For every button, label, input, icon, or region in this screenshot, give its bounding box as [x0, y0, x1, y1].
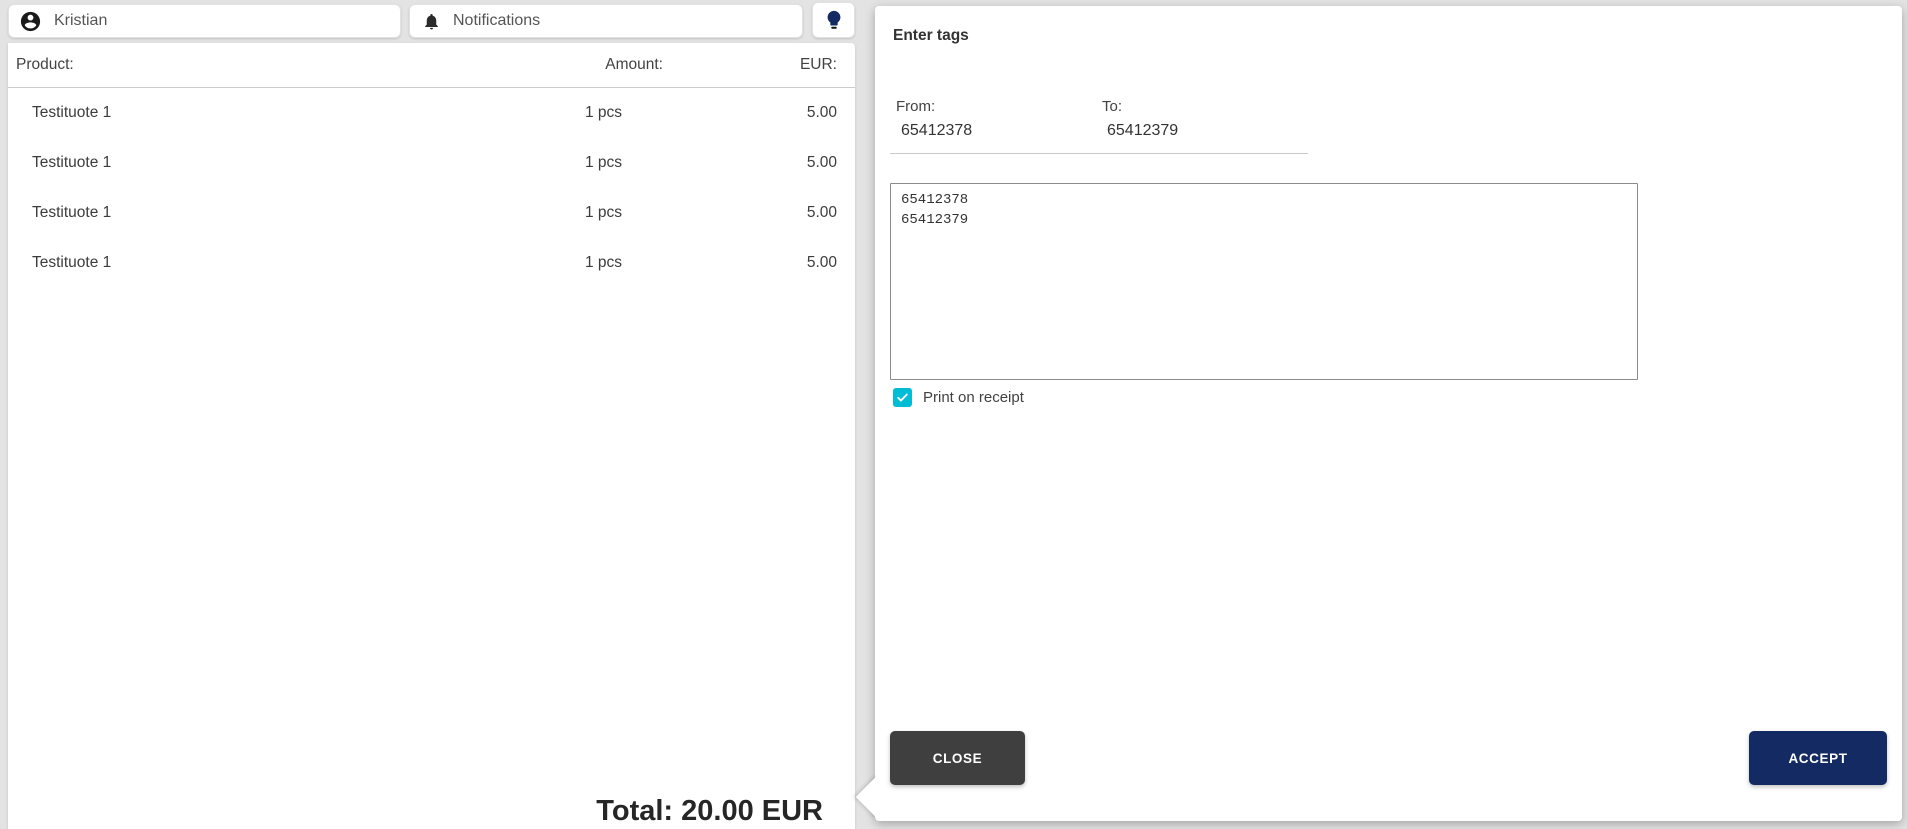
- receipt-header-row: Product: Amount: EUR:: [8, 43, 855, 88]
- cell-product: Testituote 1: [8, 204, 543, 222]
- cell-eur: 5.00: [663, 254, 855, 272]
- cell-amount: 1 pcs: [543, 254, 663, 272]
- from-field-group: From:: [896, 98, 1096, 140]
- dialog-title: Enter tags: [893, 27, 969, 45]
- header-amount: Amount:: [543, 56, 663, 74]
- enter-tags-dialog: Enter tags From: To: 65412378 65412379 P…: [875, 6, 1902, 821]
- to-label: To:: [1102, 98, 1302, 115]
- cell-eur: 5.00: [663, 204, 855, 222]
- bell-icon: [422, 12, 441, 31]
- tags-textarea[interactable]: 65412378 65412379: [890, 183, 1638, 380]
- cell-amount: 1 pcs: [543, 154, 663, 172]
- fields-underline: [890, 153, 1308, 154]
- table-row[interactable]: Testituote 11 pcs5.00: [8, 88, 855, 138]
- print-on-receipt-option[interactable]: Print on receipt: [893, 388, 1024, 407]
- account-circle-icon: [19, 10, 42, 33]
- notifications-label: Notifications: [453, 12, 540, 30]
- user-name-label: Kristian: [54, 12, 107, 30]
- lightbulb-button[interactable]: [812, 2, 855, 38]
- lightbulb-icon: [823, 9, 845, 31]
- header-eur: EUR:: [663, 56, 855, 74]
- close-button[interactable]: CLOSE: [890, 731, 1025, 785]
- cell-amount: 1 pcs: [543, 204, 663, 222]
- receipt-panel: Product: Amount: EUR: Testituote 11 pcs5…: [8, 43, 855, 829]
- header-product: Product:: [8, 56, 543, 74]
- to-field-group: To:: [1102, 98, 1302, 140]
- table-row[interactable]: Testituote 11 pcs5.00: [8, 138, 855, 188]
- total-label: Total: 20.00 EUR: [596, 796, 823, 828]
- cell-eur: 5.00: [663, 154, 855, 172]
- table-row[interactable]: Testituote 11 pcs5.00: [8, 188, 855, 238]
- cell-eur: 5.00: [663, 104, 855, 122]
- print-on-receipt-checkbox[interactable]: [893, 388, 912, 407]
- receipt-rows: Testituote 11 pcs5.00Testituote 11 pcs5.…: [8, 88, 855, 288]
- table-row[interactable]: Testituote 11 pcs5.00: [8, 238, 855, 288]
- cell-amount: 1 pcs: [543, 104, 663, 122]
- accept-button[interactable]: ACCEPT: [1749, 731, 1887, 785]
- checkmark-icon: [895, 390, 910, 405]
- from-label: From:: [896, 98, 1096, 115]
- user-bar[interactable]: Kristian: [8, 4, 401, 38]
- cell-product: Testituote 1: [8, 104, 543, 122]
- print-on-receipt-label: Print on receipt: [923, 389, 1024, 406]
- from-input[interactable]: [896, 122, 1096, 140]
- cell-product: Testituote 1: [8, 254, 543, 272]
- cell-product: Testituote 1: [8, 154, 543, 172]
- to-input[interactable]: [1102, 122, 1302, 140]
- notifications-bar[interactable]: Notifications: [409, 4, 803, 38]
